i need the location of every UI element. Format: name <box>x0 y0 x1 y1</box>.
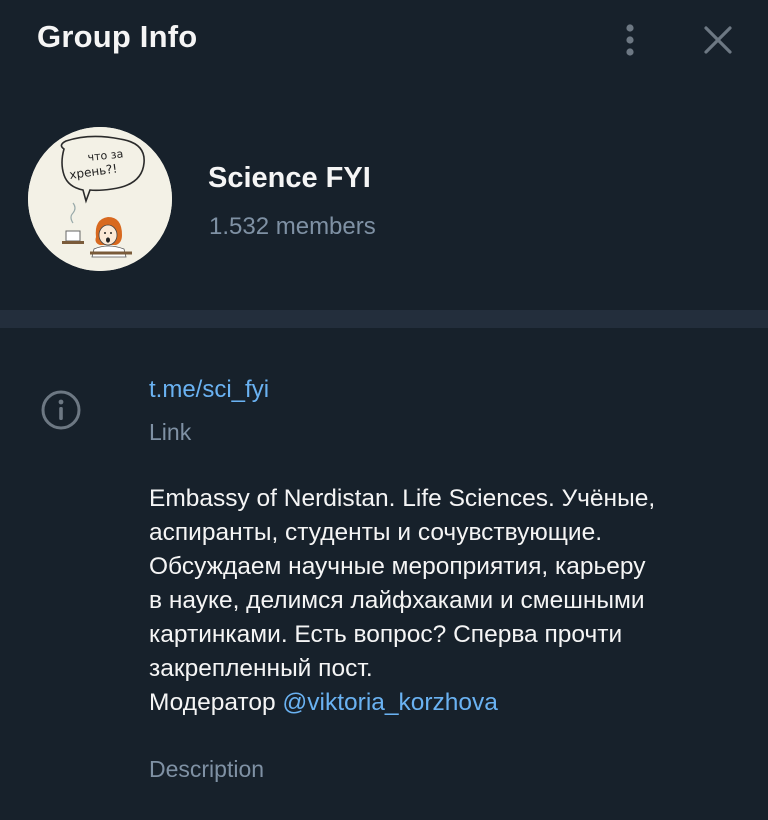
moderator-line: Модератор @viktoria_korzhova <box>149 686 498 720</box>
group-profile: что за хрень?! Science FYI 1.532 members <box>0 80 768 310</box>
members-count: 1.532 members <box>209 213 376 240</box>
info-icon <box>41 390 81 430</box>
section-divider <box>0 310 768 328</box>
header: Group Info <box>0 0 768 80</box>
close-button[interactable] <box>696 18 740 62</box>
moderator-mention-link[interactable]: @viktoria_korzhova <box>282 689 498 716</box>
link-label: Link <box>149 419 192 445</box>
description-label: Description <box>149 756 265 782</box>
group-description: Embassy of Nerdistan. Life Sciences. Учё… <box>149 485 656 682</box>
page-title: Group Info <box>37 19 198 54</box>
group-info-panel: Group Info что за хрень?! Science FYI 1.… <box>0 0 768 820</box>
close-icon <box>704 26 732 54</box>
more-options-button[interactable] <box>610 18 650 62</box>
avatar[interactable]: что за хрень?! <box>28 127 172 271</box>
info-section: t.me/sci_fyi Link Embassy of Nerdistan. … <box>0 328 768 820</box>
more-vertical-icon <box>626 24 634 56</box>
group-name: Science FYI <box>208 162 371 194</box>
avatar-drawing: что за хрень?! <box>28 127 172 271</box>
moderator-prefix: Модератор <box>149 689 283 716</box>
group-link[interactable]: t.me/sci_fyi <box>149 376 269 404</box>
